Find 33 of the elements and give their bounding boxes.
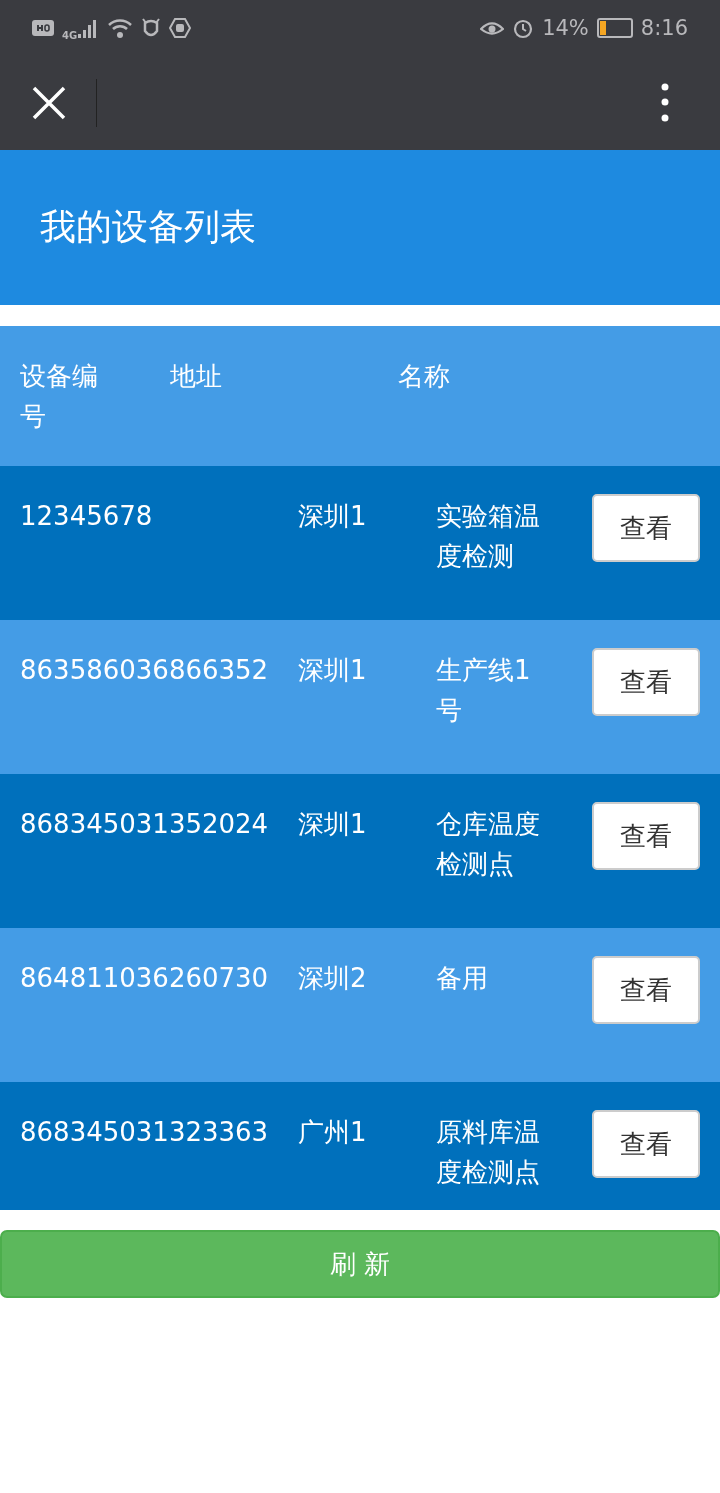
view-button[interactable]: 查看: [592, 802, 700, 870]
close-icon[interactable]: [32, 86, 66, 120]
column-header: 名称: [398, 360, 450, 393]
column-header: 地址: [170, 360, 223, 393]
alarm-icon: [512, 17, 535, 39]
table-cell-text: 原料库温度检测点: [436, 1116, 541, 1189]
more-menu-icon[interactable]: [660, 83, 670, 123]
table-cell-text: 备用: [436, 962, 489, 995]
table-cell-text: 12345678: [20, 500, 154, 533]
table-cell-text: 实验箱温度检测: [436, 500, 541, 573]
battery-icon: [596, 18, 633, 38]
table-cell-text: 深圳1: [298, 500, 368, 533]
view-button[interactable]: 查看: [592, 956, 700, 1024]
clock-time: 8:16: [640, 16, 688, 40]
page-title: 我的设备列表: [40, 205, 256, 249]
view-button[interactable]: 查看: [592, 648, 700, 716]
table-cell-text: 863586036866352: [20, 654, 270, 687]
hd-icon: [32, 19, 54, 37]
table-cell-text: 868345031323363: [20, 1116, 270, 1149]
network-type: 4G: [62, 29, 78, 41]
table-cell-text: 仓库温度检测点: [436, 808, 541, 881]
view-button[interactable]: 查看: [592, 1110, 700, 1178]
table-cell-text: 生产线1号: [436, 654, 532, 727]
table-cell-text: 深圳2: [298, 962, 368, 995]
view-button[interactable]: 查看: [592, 494, 700, 562]
table-cell-text: 868345031352024: [20, 808, 270, 841]
column-header: 设备编号: [20, 360, 99, 433]
table-cell-text: 864811036260730: [20, 962, 270, 995]
table-cell-text: 深圳1: [298, 654, 368, 687]
table-cell-text: 深圳1: [298, 808, 368, 841]
wifi-icon: [107, 17, 134, 39]
table-cell-text: 广州1: [298, 1116, 368, 1149]
battery-percent: 14%: [542, 16, 589, 40]
